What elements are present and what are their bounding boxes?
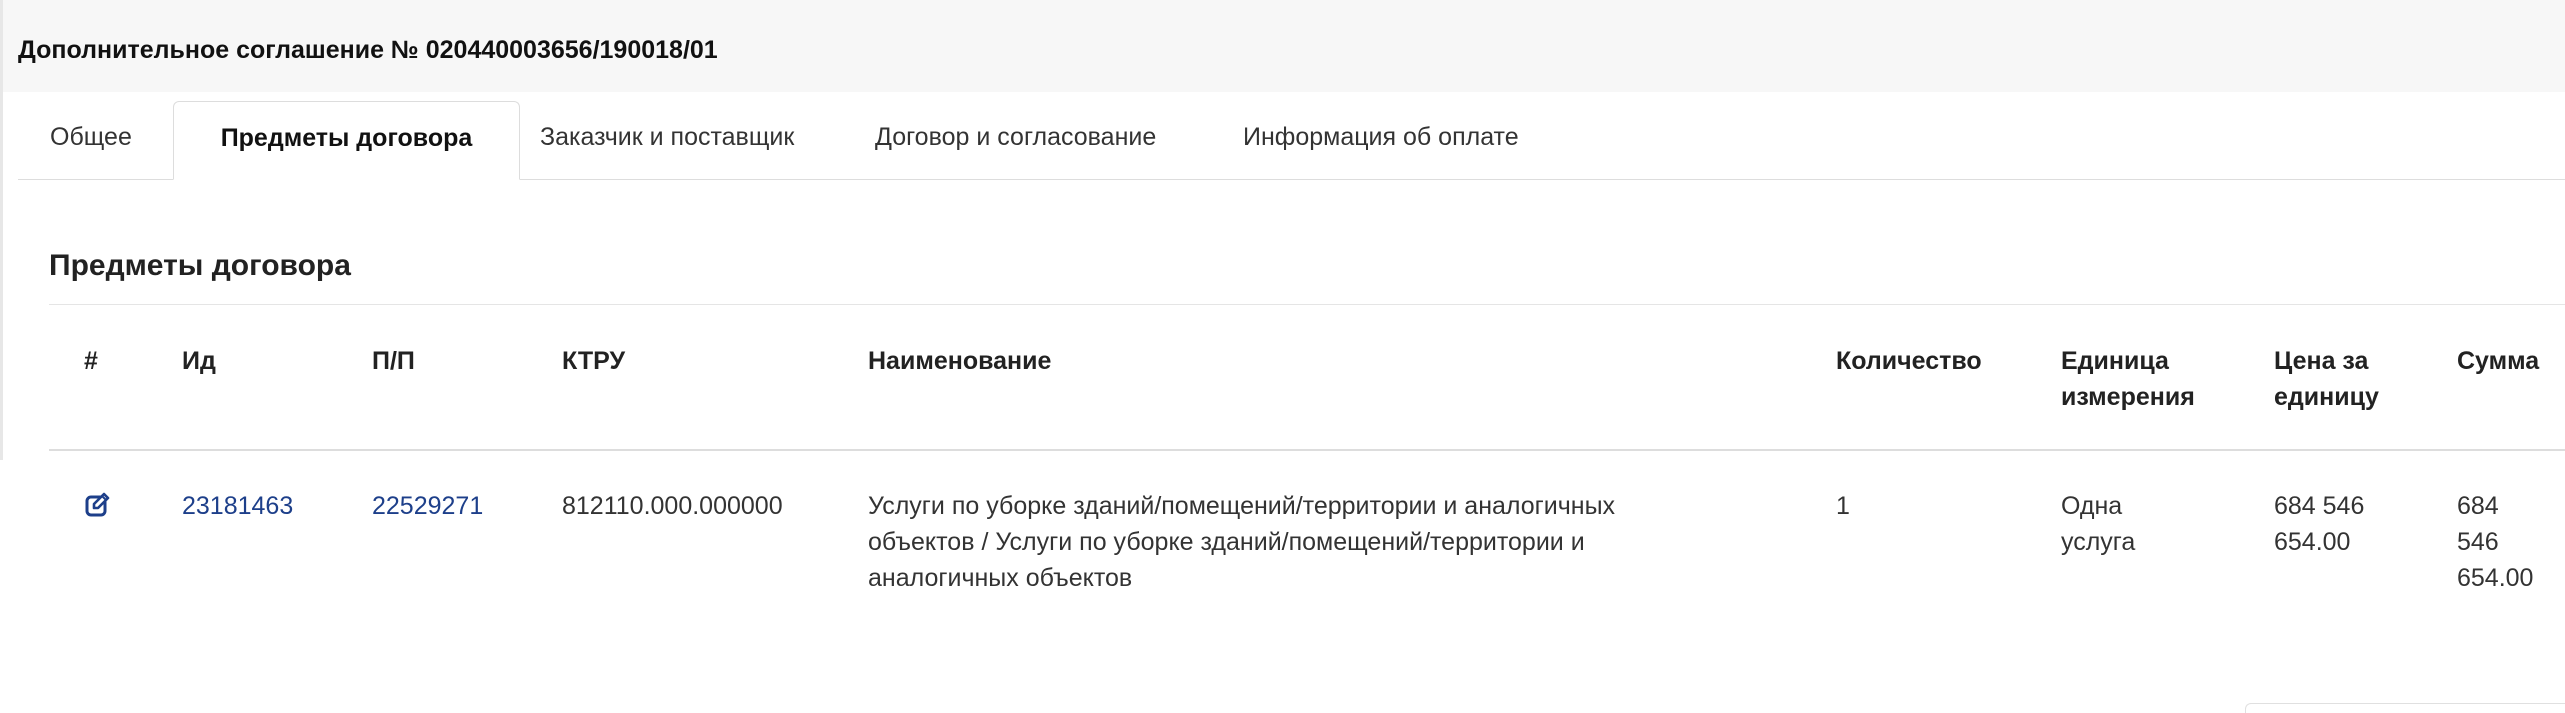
tab-general[interactable]: Общее	[50, 101, 154, 179]
row-unit: Одна услуга	[2061, 492, 2136, 556]
column-quantity: Количество	[1836, 347, 1982, 375]
column-unit: Единица измерения	[2061, 347, 2195, 411]
column-total: Сумма	[2457, 347, 2540, 375]
row-pp-link[interactable]: 22529271	[372, 492, 483, 520]
column-ktru: КТРУ	[562, 347, 626, 375]
table-header-divider	[49, 449, 2565, 451]
tab-contract-approval[interactable]: Договор и согласование	[875, 101, 1195, 179]
row-unit-price: 684 546 654.00	[2274, 492, 2365, 556]
row-id-cell: 23181463	[182, 488, 293, 524]
footer-panel-edge	[2245, 703, 2565, 713]
tab-bar: Общее Предметы договора Заказчик и поста…	[18, 101, 2565, 180]
column-id: Ид	[182, 347, 216, 375]
column-pp: П/П	[372, 347, 415, 375]
row-id-link[interactable]: 23181463	[182, 492, 293, 520]
page: Дополнительное соглашение № 020440003656…	[0, 0, 2565, 713]
edit-icon[interactable]	[84, 492, 110, 518]
column-unit-price: Цена за единицу	[2274, 347, 2379, 411]
section-title: Предметы договора	[49, 249, 351, 282]
column-number: #	[84, 347, 98, 375]
row-quantity: 1	[1836, 492, 1850, 520]
section-divider	[49, 304, 2565, 305]
left-divider	[0, 0, 3, 460]
tab-payment-info[interactable]: Информация об оплате	[1243, 101, 1583, 179]
row-name: Услуги по уборке зданий/помещений/террит…	[868, 492, 1616, 592]
row-pp-cell: 22529271	[372, 488, 483, 524]
page-title: Дополнительное соглашение № 020440003656…	[18, 36, 718, 64]
tab-contract-items[interactable]: Предметы договора	[173, 101, 520, 180]
tab-customer-supplier[interactable]: Заказчик и поставщик	[540, 101, 824, 179]
column-name: Наименование	[868, 347, 1052, 375]
row-ktru: 812110.000.000000	[562, 492, 783, 520]
row-total: 684 546 654.00	[2457, 492, 2534, 592]
